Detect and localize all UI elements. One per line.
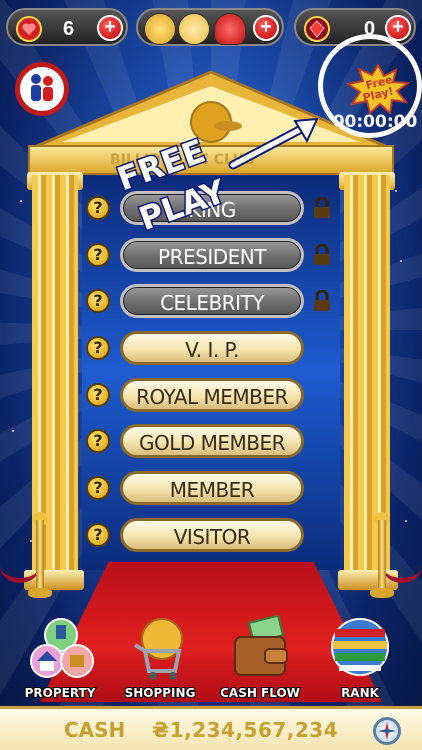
shopping-cart-icon <box>133 618 183 680</box>
help-icon[interactable]: ? <box>86 429 110 453</box>
avatar-duck <box>144 13 176 45</box>
rank-button-gold-member[interactable]: GOLD MEMBER <box>120 424 304 458</box>
rank-row-royal-member: ? ROYAL MEMBER <box>86 378 336 414</box>
help-icon[interactable]: ? <box>86 289 110 313</box>
help-icon[interactable]: ? <box>86 336 110 360</box>
help-icon[interactable]: ? <box>86 243 110 267</box>
rank-button-royal-member[interactable]: ROYAL MEMBER <box>120 378 304 412</box>
rank-button-visitor[interactable]: VISITOR <box>120 518 304 552</box>
help-icon[interactable]: ? <box>86 383 110 407</box>
right-rope <box>382 548 422 583</box>
rank-row-president: ? PRESIDENT <box>86 238 336 274</box>
left-post <box>36 520 44 590</box>
help-icon[interactable]: ? <box>86 476 110 500</box>
gem-icon <box>304 16 330 42</box>
rank-row-gold-member: ? GOLD MEMBER <box>86 424 336 460</box>
free-play-timer: 00:00:00 <box>332 112 418 132</box>
hearts-counter: 6 + <box>6 8 128 46</box>
add-friends-button[interactable]: + <box>253 15 279 41</box>
rank-button-vip[interactable]: V. I. P. <box>120 331 304 365</box>
friends-counter: + <box>136 8 284 46</box>
nav-rank[interactable]: RANK <box>315 615 405 701</box>
rank-button-president[interactable]: PRESIDENT <box>120 238 304 272</box>
cash-value: ₴1,234,567,234 <box>152 718 339 742</box>
add-hearts-button[interactable]: + <box>97 15 123 41</box>
nav-property[interactable]: PROPERTY <box>15 615 105 701</box>
rank-row-vip: ? V. I. P. <box>86 331 336 367</box>
wallet-icon <box>234 614 288 676</box>
property-icon <box>30 618 94 678</box>
flags-globe-icon <box>331 618 389 676</box>
right-post <box>378 520 386 590</box>
compass-icon[interactable] <box>373 717 401 745</box>
help-icon[interactable]: ? <box>86 523 110 547</box>
rank-row-visitor: ? VISITOR <box>86 518 336 554</box>
hearts-count: 6 <box>63 18 75 40</box>
nav-shopping[interactable]: SHOPPING <box>115 615 205 701</box>
temple-entablature: BILLIONAIRE CLUB <box>28 145 394 175</box>
arrow-icon <box>228 117 319 170</box>
nav-cash-flow-label: CASH FLOW <box>219 685 301 701</box>
cash-bar: CASH ₴1,234,567,234 <box>0 706 422 750</box>
left-post-base <box>28 588 52 598</box>
help-icon[interactable]: ? <box>86 196 110 220</box>
heart-icon <box>16 16 42 42</box>
right-post-base <box>370 588 394 598</box>
nav-rank-label: RANK <box>340 685 380 701</box>
cash-label: CASH <box>64 718 126 742</box>
nav-shopping-label: SHOPPING <box>124 685 197 701</box>
nav-property-label: PROPERTY <box>24 685 97 701</box>
left-rope <box>0 548 40 583</box>
avatar-cap <box>214 13 246 45</box>
rank-row-celebrity: ? CELEBRITY <box>86 284 336 320</box>
starburst-icon: Free Play! <box>346 64 410 114</box>
lock-icon <box>314 244 330 265</box>
rank-button-celebrity[interactable]: CELEBRITY <box>120 284 304 318</box>
nav-cash-flow[interactable]: CASH FLOW <box>215 614 305 701</box>
lock-icon <box>314 197 330 218</box>
avatar-hair <box>178 13 210 45</box>
lock-icon <box>314 290 330 311</box>
temple-interior <box>82 175 340 570</box>
rank-row-member: ? MEMBER <box>86 471 336 507</box>
rank-button-member[interactable]: MEMBER <box>120 471 304 505</box>
